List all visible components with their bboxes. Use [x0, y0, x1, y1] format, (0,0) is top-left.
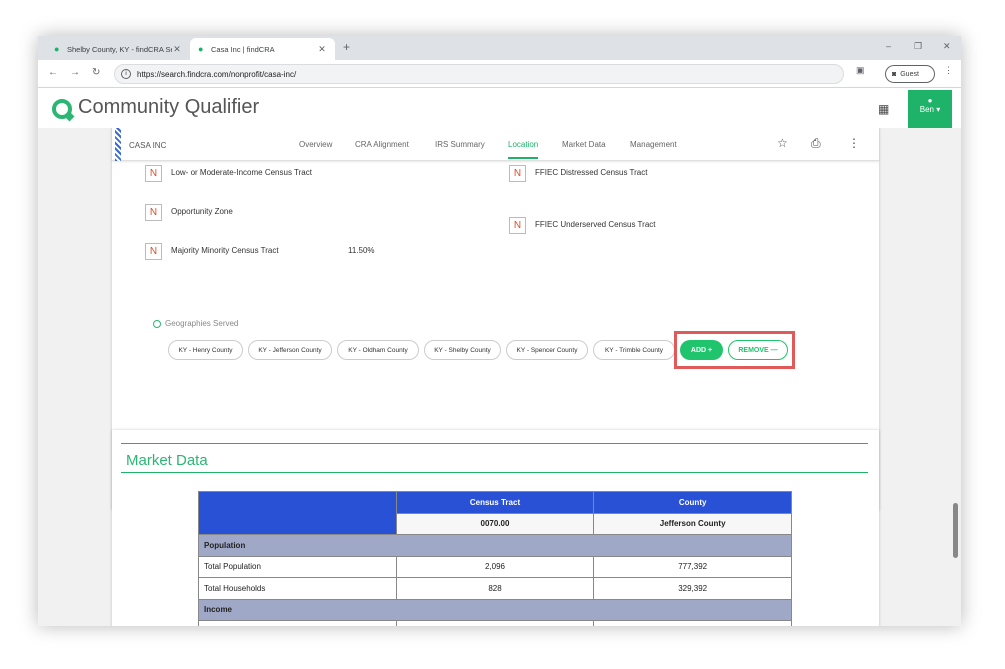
- browser-tab-casa[interactable]: ● Casa Inc | findCRA ✕: [190, 38, 335, 60]
- tract-value: 828: [395, 577, 595, 600]
- geography-chip[interactable]: KY - Shelby County: [424, 340, 501, 360]
- tab-irs-summary[interactable]: IRS Summary: [435, 140, 485, 149]
- browser-toolbar: ← → ↻ i https://search.findcra.com/nonpr…: [38, 60, 961, 88]
- reload-icon[interactable]: ↻: [92, 67, 100, 78]
- tab-title: Casa Inc | findCRA: [211, 44, 275, 54]
- browser-tab-shelby[interactable]: ● Shelby County, KY - findCRA Se ✕: [46, 38, 190, 60]
- profile-icon: ◙: [892, 70, 897, 78]
- tab-management[interactable]: Management: [630, 140, 677, 149]
- section-row: Income: [198, 598, 792, 621]
- new-tab-button[interactable]: +: [343, 40, 350, 54]
- market-data-table: Census Tract County 0070.00 Jefferson Co…: [198, 491, 792, 626]
- brand-title[interactable]: Community Qualifier: [78, 96, 259, 119]
- findcra-favicon-icon: ●: [198, 43, 204, 54]
- geographies-title: Geographies Served: [153, 319, 238, 328]
- section-label: Income: [198, 598, 792, 621]
- org-name: CASA INC: [129, 141, 167, 150]
- column-header: Census Tract: [395, 491, 595, 514]
- row-label: [198, 620, 397, 626]
- county-value: 777,392: [593, 555, 792, 578]
- tab-market-data[interactable]: Market Data: [562, 140, 606, 149]
- geographies-title-text: Geographies Served: [165, 319, 239, 328]
- table-row: [198, 620, 792, 626]
- column-subheader: 0070.00: [395, 512, 595, 535]
- location-pin-icon: [153, 319, 161, 328]
- column-header: County: [593, 491, 792, 514]
- flag-box: N: [509, 217, 526, 234]
- page-scrollbar[interactable]: [953, 503, 958, 558]
- geography-chip[interactable]: KY - Oldham County: [337, 340, 419, 360]
- table-row: Total Population 2,096 777,392: [198, 555, 792, 578]
- table-row: Total Households 828 329,392: [198, 577, 792, 600]
- app-header: Community Qualifier ▦ ● Ben ▾: [38, 88, 961, 128]
- tract-value: [395, 620, 595, 626]
- nav-stripe: [115, 128, 121, 161]
- remove-geography-button[interactable]: REMOVE —: [728, 340, 788, 360]
- tab-cra-alignment[interactable]: CRA Alignment: [355, 140, 409, 149]
- user-avatar-icon: ●: [927, 96, 933, 105]
- tab-location[interactable]: Location: [508, 140, 539, 159]
- close-window-icon[interactable]: ✕: [943, 41, 951, 52]
- add-geography-button[interactable]: ADD +: [680, 340, 723, 360]
- browser-window: ● Shelby County, KY - findCRA Se ✕ ● Cas…: [38, 36, 961, 626]
- section-rule: [121, 443, 868, 444]
- flag-label: Low- or Moderate-Income Census Tract: [171, 168, 312, 177]
- flag-box: N: [145, 204, 162, 221]
- flag-label: FFIEC Distressed Census Tract: [535, 168, 648, 177]
- flag-value: 11.50%: [348, 246, 375, 255]
- profile-label: Guest: [900, 70, 919, 78]
- back-icon[interactable]: ←: [48, 67, 58, 78]
- tab-overview[interactable]: Overview: [299, 140, 332, 149]
- flag-box: N: [145, 243, 162, 260]
- section-nav: CASA INC Overview CRA Alignment IRS Summ…: [112, 128, 879, 161]
- geography-chip[interactable]: KY - Trimble County: [593, 340, 675, 360]
- row-label: Total Households: [198, 577, 397, 600]
- row-label: Total Population: [198, 555, 397, 578]
- tab-strip: ● Shelby County, KY - findCRA Se ✕ ● Cas…: [38, 36, 961, 60]
- county-value: 329,392: [593, 577, 792, 600]
- flag-label: Opportunity Zone: [171, 207, 233, 216]
- site-info-icon[interactable]: i: [121, 69, 131, 79]
- user-name: Ben: [919, 105, 934, 114]
- flag-label: FFIEC Underserved Census Tract: [535, 220, 656, 229]
- restore-icon[interactable]: ❐: [914, 41, 922, 52]
- minimize-icon[interactable]: –: [886, 41, 891, 51]
- print-icon[interactable]: ⎙: [811, 136, 821, 151]
- geography-chip[interactable]: KY - Jefferson County: [248, 340, 332, 360]
- cast-icon[interactable]: ▣: [856, 65, 865, 76]
- column-subheader: Jefferson County: [593, 512, 792, 535]
- section-rule: [121, 472, 868, 473]
- tab-title: Shelby County, KY - findCRA Se: [67, 44, 172, 54]
- close-tab-icon[interactable]: ✕: [172, 44, 182, 55]
- market-data-card: Market Data Census Tract County 0070.00 …: [112, 430, 879, 626]
- user-menu-button[interactable]: ● Ben ▾: [908, 90, 952, 128]
- flag-box: N: [509, 165, 526, 182]
- section-row: Population: [198, 534, 792, 557]
- flag-label: Majority Minority Census Tract: [171, 246, 279, 255]
- browser-menu-icon[interactable]: ⋮: [944, 65, 953, 76]
- table-corner: [198, 491, 397, 535]
- profile-button[interactable]: ◙ Guest: [885, 65, 935, 83]
- main-content: N Low- or Moderate-Income Census Tract N…: [38, 128, 961, 626]
- magnifier-logo-icon: [52, 99, 72, 119]
- close-tab-icon[interactable]: ✕: [317, 44, 327, 55]
- star-icon[interactable]: ☆: [777, 136, 788, 150]
- geographies-panel: Geographies Served KY - Henry County KY …: [124, 285, 810, 400]
- findcra-favicon-icon: ●: [54, 43, 60, 54]
- market-data-title: Market Data: [126, 452, 208, 469]
- geography-chip[interactable]: KY - Spencer County: [506, 340, 588, 360]
- url-text: https://search.findcra.com/nonprofit/cas…: [137, 69, 297, 79]
- geography-chip[interactable]: KY - Henry County: [168, 340, 243, 360]
- address-bar[interactable]: i https://search.findcra.com/nonprofit/c…: [114, 64, 844, 84]
- section-label: Population: [198, 534, 792, 557]
- tract-value: 2,096: [395, 555, 595, 578]
- more-options-icon[interactable]: ⋮: [848, 136, 860, 150]
- county-value: [593, 620, 792, 626]
- flag-box: N: [145, 165, 162, 182]
- forward-icon[interactable]: →: [70, 67, 80, 78]
- apps-grid-icon[interactable]: ▦: [878, 102, 889, 116]
